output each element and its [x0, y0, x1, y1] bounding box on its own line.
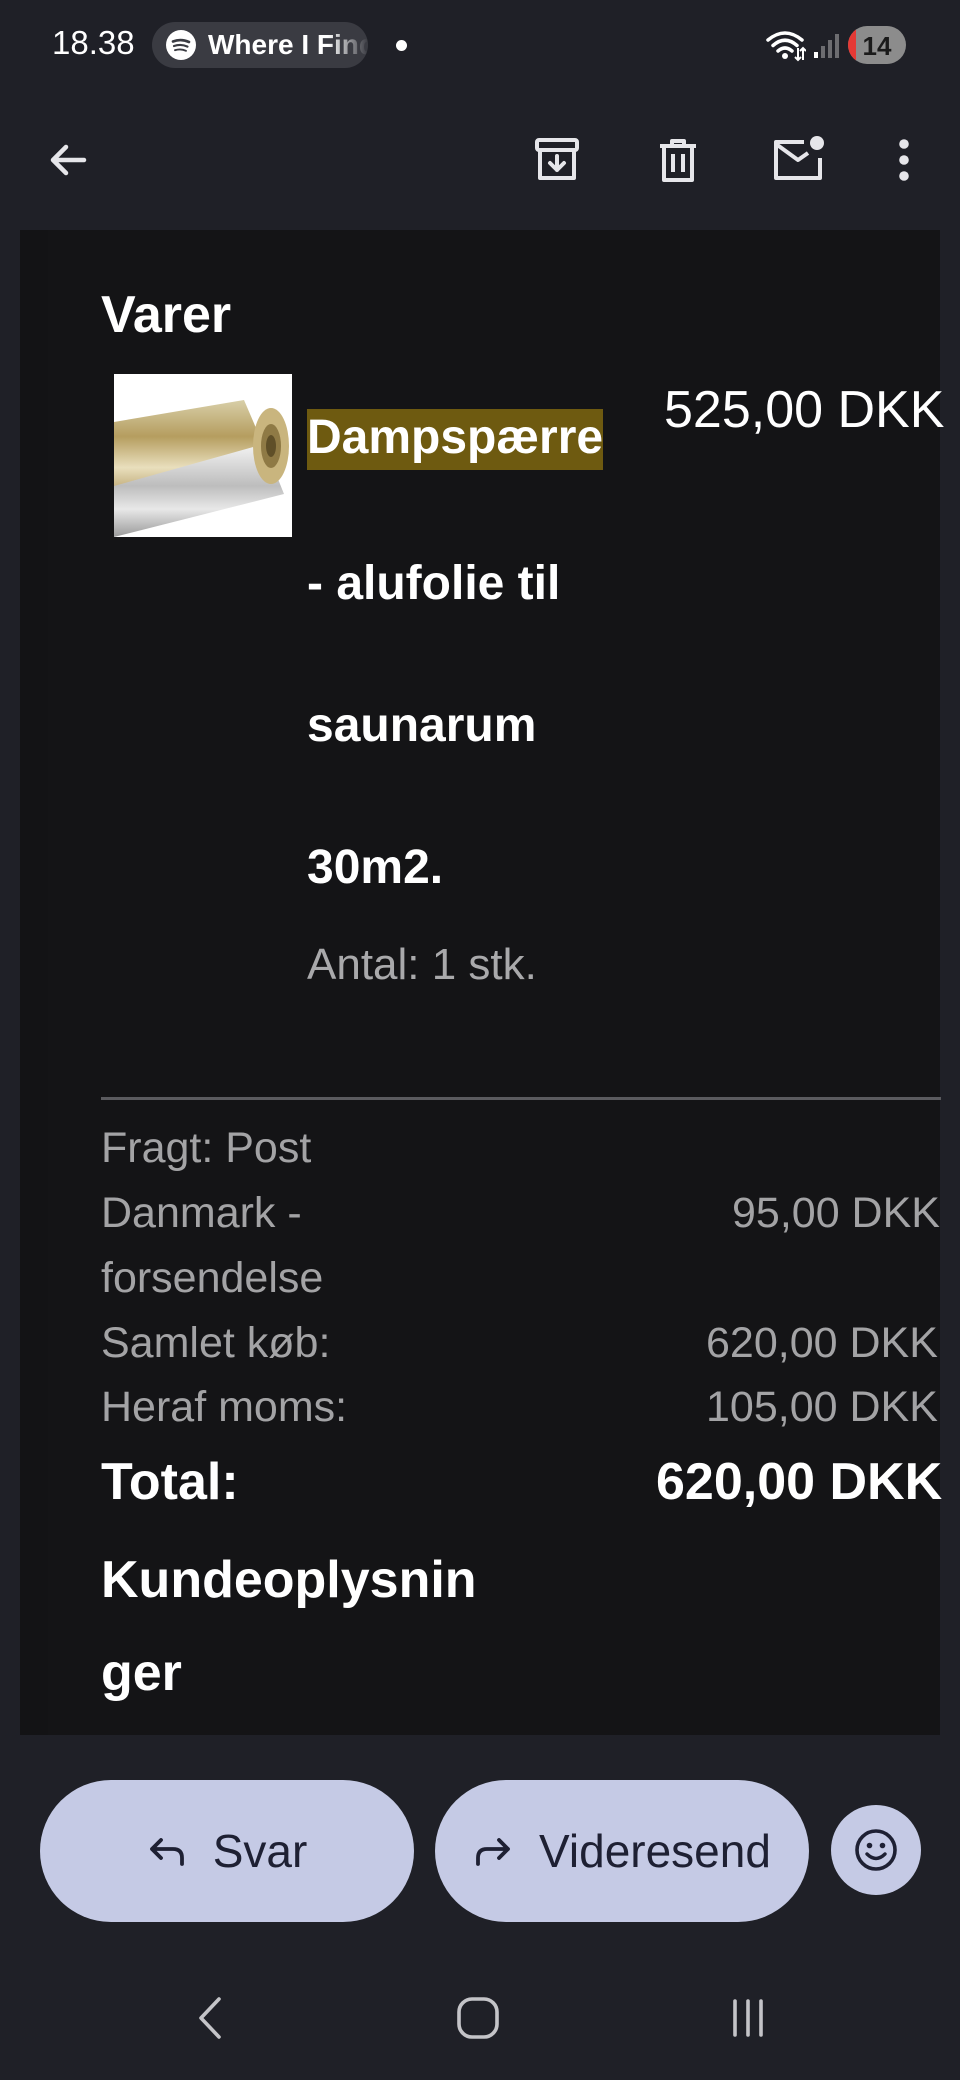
subtotal-value: 620,00 DKK — [706, 1319, 938, 1367]
system-home-button[interactable] — [438, 1978, 518, 2058]
summary-divider — [101, 1097, 941, 1100]
product-name-line-4: 30m2. — [307, 841, 444, 894]
delete-icon — [660, 139, 696, 182]
archive-button[interactable] — [519, 122, 595, 198]
reply-icon — [149, 1838, 184, 1866]
total-label: Total: — [101, 1453, 239, 1511]
vat-value: 105,00 DKK — [706, 1383, 938, 1431]
product-quantity: Antal: 1 stk. — [307, 940, 537, 989]
battery-indicator: 14 — [848, 26, 906, 64]
product-name-line-2: - alufolie til — [307, 557, 561, 610]
product-image — [114, 374, 292, 537]
reply-button[interactable]: Svar — [40, 1780, 414, 1922]
system-navigation-bar — [0, 1950, 960, 2080]
system-recents-button[interactable] — [708, 1978, 788, 2058]
product-name-line-1[interactable]: Dampspærre — [307, 409, 604, 470]
subtotal-label: Samlet køb: — [101, 1319, 331, 1367]
media-playback-chip[interactable]: Where I Find — [152, 22, 368, 68]
battery-percentage: 14 — [862, 31, 892, 61]
vat-label: Heraf moms: — [101, 1383, 348, 1431]
spotify-icon — [166, 30, 196, 60]
cellular-signal-icon — [814, 34, 839, 58]
back-button[interactable] — [30, 122, 106, 198]
emoji-icon — [855, 1829, 897, 1871]
total-value: 620,00 DKK — [656, 1453, 943, 1511]
aluminium-foil-roll-image — [114, 374, 292, 537]
mark-unread-button[interactable] — [760, 122, 836, 198]
status-bar: 18.38 Where I Find 14 — [0, 0, 960, 92]
forward-label: Videresend — [539, 1825, 771, 1877]
forward-button[interactable]: Videresend — [435, 1780, 809, 1922]
back-nav-icon — [199, 1997, 221, 2039]
recents-nav-icon — [733, 1999, 763, 2037]
mark-unread-icon — [774, 136, 824, 180]
notification-dot — [396, 40, 407, 51]
home-nav-icon — [457, 1997, 499, 2039]
shipping-label-line-2: Danmark - — [101, 1189, 302, 1237]
forward-icon — [476, 1838, 510, 1866]
shipping-label-line-3: forsendelse — [101, 1254, 324, 1302]
delete-button[interactable] — [640, 122, 716, 198]
back-arrow-icon — [50, 144, 87, 176]
emoji-reaction-button[interactable] — [831, 1805, 921, 1895]
customer-info-heading-line-1: Kundeoplysnin — [101, 1551, 477, 1609]
search-highlight: Dampspærre — [307, 409, 604, 470]
more-vert-icon — [899, 139, 909, 181]
reply-label: Svar — [212, 1825, 308, 1877]
product-name-line-3: saunarum — [307, 699, 537, 752]
more-options-button[interactable] — [866, 122, 942, 198]
shipping-value: 95,00 DKK — [732, 1189, 940, 1237]
customer-info-heading-line-2: ger — [101, 1644, 182, 1702]
email-app-bar — [0, 92, 960, 230]
archive-icon — [535, 138, 579, 180]
reply-actions-bar: Svar Videresend — [0, 1735, 960, 1950]
wifi-icon — [766, 31, 806, 62]
items-heading: Varer — [101, 286, 232, 344]
shipping-label-line-1: Fragt: Post — [101, 1124, 312, 1172]
media-title: Where I Find — [208, 29, 368, 60]
product-price: 525,00 DKK — [664, 381, 945, 439]
system-back-button[interactable] — [170, 1978, 250, 2058]
status-time: 18.38 — [52, 24, 135, 61]
